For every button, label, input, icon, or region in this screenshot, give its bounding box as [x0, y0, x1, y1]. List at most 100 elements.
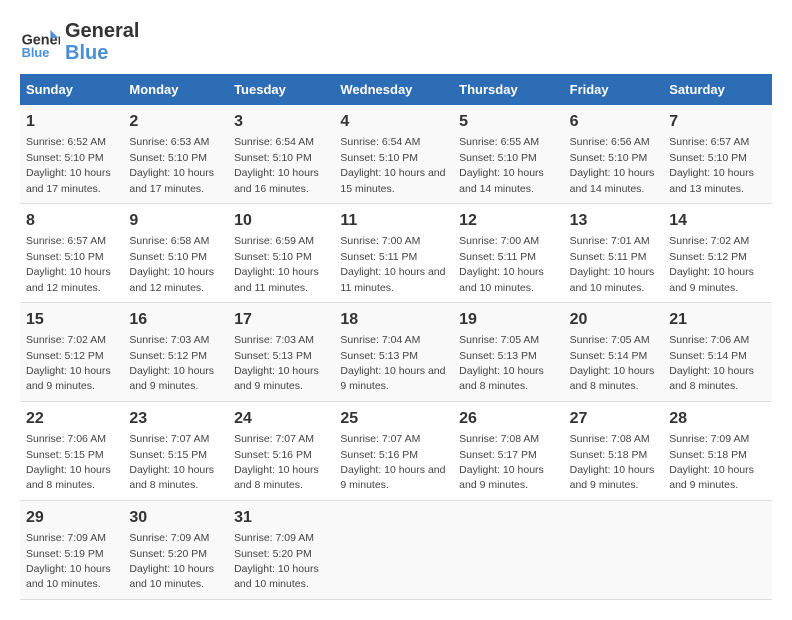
weekday-header: Friday: [564, 74, 664, 105]
sunrise-info: Sunrise: 7:07 AM: [129, 433, 209, 445]
logo: General Blue General Blue: [20, 20, 139, 64]
daylight-info: Daylight: 10 hours and 17 minutes.: [129, 167, 214, 194]
sunrise-info: Sunrise: 6:52 AM: [26, 136, 106, 148]
sunrise-info: Sunrise: 7:06 AM: [26, 433, 106, 445]
daylight-info: Daylight: 10 hours and 8 minutes.: [669, 365, 754, 392]
sunrise-info: Sunrise: 6:54 AM: [340, 136, 420, 148]
weekday-header: Monday: [123, 74, 228, 105]
sunset-info: Sunset: 5:16 PM: [234, 449, 312, 461]
day-number: 10: [234, 210, 328, 232]
daylight-info: Daylight: 10 hours and 14 minutes.: [570, 167, 655, 194]
weekday-header: Saturday: [663, 74, 772, 105]
calendar-cell: 26 Sunrise: 7:08 AM Sunset: 5:17 PM Dayl…: [453, 401, 563, 500]
sunset-info: Sunset: 5:18 PM: [570, 449, 648, 461]
sunrise-info: Sunrise: 6:56 AM: [570, 136, 650, 148]
daylight-info: Daylight: 10 hours and 10 minutes.: [459, 266, 544, 293]
sunrise-info: Sunrise: 6:53 AM: [129, 136, 209, 148]
calendar-cell: 17 Sunrise: 7:03 AM Sunset: 5:13 PM Dayl…: [228, 302, 334, 401]
sunrise-info: Sunrise: 7:03 AM: [234, 334, 314, 346]
day-number: 16: [129, 309, 222, 331]
daylight-info: Daylight: 10 hours and 9 minutes.: [459, 464, 544, 491]
calendar-week-row: 15 Sunrise: 7:02 AM Sunset: 5:12 PM Dayl…: [20, 302, 772, 401]
sunset-info: Sunset: 5:13 PM: [340, 350, 418, 362]
calendar-week-row: 1 Sunrise: 6:52 AM Sunset: 5:10 PM Dayli…: [20, 105, 772, 203]
sunset-info: Sunset: 5:10 PM: [129, 251, 207, 263]
sunrise-info: Sunrise: 7:05 AM: [570, 334, 650, 346]
calendar-cell: 14 Sunrise: 7:02 AM Sunset: 5:12 PM Dayl…: [663, 203, 772, 302]
calendar-cell: 7 Sunrise: 6:57 AM Sunset: 5:10 PM Dayli…: [663, 105, 772, 203]
sunrise-info: Sunrise: 7:09 AM: [234, 532, 314, 544]
sunset-info: Sunset: 5:10 PM: [459, 152, 537, 164]
sunrise-info: Sunrise: 7:04 AM: [340, 334, 420, 346]
sunset-info: Sunset: 5:15 PM: [129, 449, 207, 461]
day-number: 24: [234, 408, 328, 430]
daylight-info: Daylight: 10 hours and 8 minutes.: [459, 365, 544, 392]
daylight-info: Daylight: 10 hours and 9 minutes.: [669, 464, 754, 491]
sunset-info: Sunset: 5:12 PM: [26, 350, 104, 362]
sunset-info: Sunset: 5:10 PM: [234, 251, 312, 263]
sunrise-info: Sunrise: 6:54 AM: [234, 136, 314, 148]
sunset-info: Sunset: 5:11 PM: [570, 251, 647, 263]
calendar-week-row: 8 Sunrise: 6:57 AM Sunset: 5:10 PM Dayli…: [20, 203, 772, 302]
daylight-info: Daylight: 10 hours and 17 minutes.: [26, 167, 111, 194]
calendar-cell: 5 Sunrise: 6:55 AM Sunset: 5:10 PM Dayli…: [453, 105, 563, 203]
sunrise-info: Sunrise: 7:07 AM: [340, 433, 420, 445]
calendar-cell: [663, 500, 772, 599]
calendar-cell: 10 Sunrise: 6:59 AM Sunset: 5:10 PM Dayl…: [228, 203, 334, 302]
sunset-info: Sunset: 5:10 PM: [340, 152, 418, 164]
daylight-info: Daylight: 10 hours and 9 minutes.: [669, 266, 754, 293]
calendar-cell: 18 Sunrise: 7:04 AM Sunset: 5:13 PM Dayl…: [334, 302, 453, 401]
sunrise-info: Sunrise: 7:03 AM: [129, 334, 209, 346]
calendar-cell: 27 Sunrise: 7:08 AM Sunset: 5:18 PM Dayl…: [564, 401, 664, 500]
daylight-info: Daylight: 10 hours and 12 minutes.: [26, 266, 111, 293]
day-number: 21: [669, 309, 766, 331]
sunset-info: Sunset: 5:11 PM: [459, 251, 536, 263]
sunset-info: Sunset: 5:11 PM: [340, 251, 417, 263]
daylight-info: Daylight: 10 hours and 9 minutes.: [234, 365, 319, 392]
day-number: 17: [234, 309, 328, 331]
weekday-header: Tuesday: [228, 74, 334, 105]
sunrise-info: Sunrise: 7:08 AM: [570, 433, 650, 445]
day-number: 30: [129, 507, 222, 529]
calendar-cell: 11 Sunrise: 7:00 AM Sunset: 5:11 PM Dayl…: [334, 203, 453, 302]
sunset-info: Sunset: 5:19 PM: [26, 548, 104, 560]
day-number: 1: [26, 111, 117, 133]
day-number: 26: [459, 408, 557, 430]
daylight-info: Daylight: 10 hours and 10 minutes.: [129, 563, 214, 590]
sunset-info: Sunset: 5:10 PM: [26, 152, 104, 164]
calendar-cell: 22 Sunrise: 7:06 AM Sunset: 5:15 PM Dayl…: [20, 401, 123, 500]
calendar-cell: 3 Sunrise: 6:54 AM Sunset: 5:10 PM Dayli…: [228, 105, 334, 203]
day-number: 11: [340, 210, 447, 232]
day-number: 4: [340, 111, 447, 133]
daylight-info: Daylight: 10 hours and 8 minutes.: [26, 464, 111, 491]
sunset-info: Sunset: 5:15 PM: [26, 449, 104, 461]
calendar-week-row: 29 Sunrise: 7:09 AM Sunset: 5:19 PM Dayl…: [20, 500, 772, 599]
weekday-header: Sunday: [20, 74, 123, 105]
logo-icon: General Blue: [20, 22, 60, 62]
day-number: 7: [669, 111, 766, 133]
daylight-info: Daylight: 10 hours and 10 minutes.: [26, 563, 111, 590]
calendar-cell: 8 Sunrise: 6:57 AM Sunset: 5:10 PM Dayli…: [20, 203, 123, 302]
sunset-info: Sunset: 5:10 PM: [234, 152, 312, 164]
daylight-info: Daylight: 10 hours and 14 minutes.: [459, 167, 544, 194]
calendar-cell: [334, 500, 453, 599]
day-number: 9: [129, 210, 222, 232]
day-number: 14: [669, 210, 766, 232]
sunset-info: Sunset: 5:16 PM: [340, 449, 418, 461]
day-number: 29: [26, 507, 117, 529]
daylight-info: Daylight: 10 hours and 8 minutes.: [234, 464, 319, 491]
daylight-info: Daylight: 10 hours and 12 minutes.: [129, 266, 214, 293]
calendar-table: SundayMondayTuesdayWednesdayThursdayFrid…: [20, 74, 772, 600]
daylight-info: Daylight: 10 hours and 9 minutes.: [340, 365, 445, 392]
svg-text:Blue: Blue: [22, 45, 50, 60]
calendar-cell: 13 Sunrise: 7:01 AM Sunset: 5:11 PM Dayl…: [564, 203, 664, 302]
sunset-info: Sunset: 5:14 PM: [570, 350, 648, 362]
weekday-header: Thursday: [453, 74, 563, 105]
calendar-cell: 6 Sunrise: 6:56 AM Sunset: 5:10 PM Dayli…: [564, 105, 664, 203]
calendar-cell: [564, 500, 664, 599]
daylight-info: Daylight: 10 hours and 13 minutes.: [669, 167, 754, 194]
sunrise-info: Sunrise: 7:09 AM: [129, 532, 209, 544]
sunset-info: Sunset: 5:20 PM: [234, 548, 312, 560]
day-number: 22: [26, 408, 117, 430]
sunrise-info: Sunrise: 7:06 AM: [669, 334, 749, 346]
